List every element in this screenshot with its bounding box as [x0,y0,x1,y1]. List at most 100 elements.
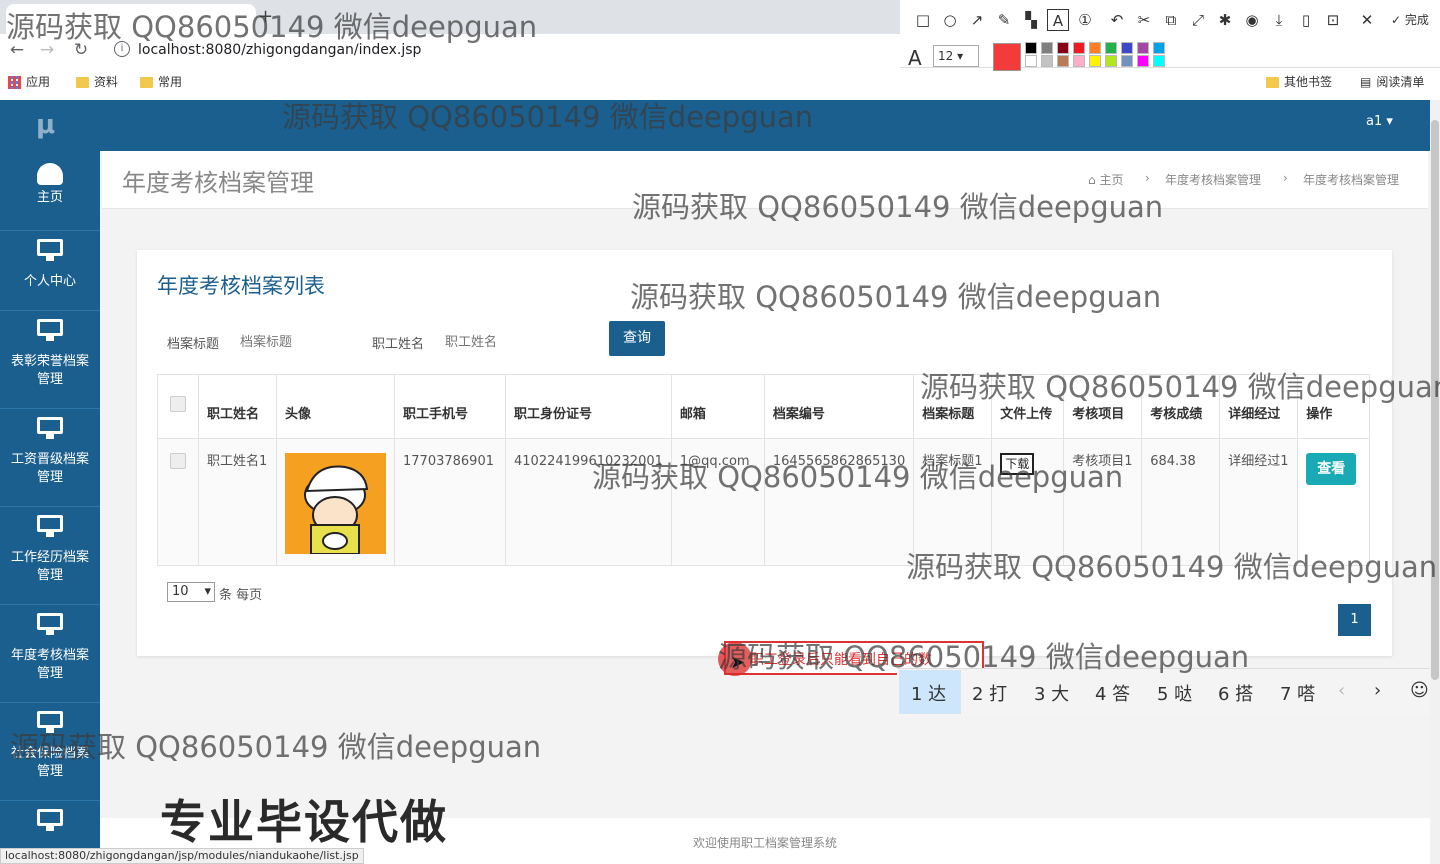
color-swatch[interactable] [1121,55,1133,67]
undo-icon[interactable]: ↶ [1106,9,1128,31]
apps-bookmark[interactable]: 应用 [8,73,50,91]
emoji-icon[interactable]: ☺ [1410,680,1429,701]
breadcrumb-sep: › [1283,171,1288,185]
bookmark-icon[interactable]: ⊡ [1322,9,1344,31]
folder-icon [140,76,153,88]
row-select-cell [157,438,199,566]
bookmark-label: 其他书签 [1284,75,1333,89]
color-swatch[interactable] [1153,42,1165,54]
col-header: 档案编号 [763,374,915,439]
other-bookmarks[interactable]: 其他书签 [1266,73,1332,91]
ime-candidate[interactable]: 4 答 [1095,680,1130,706]
close-icon[interactable]: ✕ [1356,9,1378,31]
breadcrumb-section[interactable]: 年度考核档案管理 [1165,171,1261,188]
sidebar-item-honor[interactable]: 表彰荣誉档案管理 [0,311,100,409]
rectangle-tool-icon[interactable]: □ [912,9,934,31]
color-swatch[interactable] [1057,42,1069,54]
download-icon[interactable]: ⤓ [1268,9,1290,31]
color-swatch[interactable] [1121,42,1133,54]
row-checkbox[interactable] [170,453,186,469]
color-swatch[interactable] [1089,55,1101,67]
page-button-1[interactable]: 1 [1338,604,1371,636]
active-color-swatch[interactable] [993,43,1021,71]
mosaic-tool-icon[interactable]: ▚ [1020,9,1042,31]
phone-icon[interactable]: ▯ [1295,9,1317,31]
color-swatch[interactable] [1041,55,1053,67]
color-palette [1025,42,1168,67]
sidebar-item-label: 个人中心 [23,274,76,289]
select-all-cell [157,374,199,439]
sidebar-item-label: 工作经历档案管理 [10,550,89,583]
bookmark-folder-2[interactable]: 常用 [140,73,182,91]
ime-candidate[interactable]: 5 哒 [1157,680,1192,706]
cell-name: 职工姓名1 [198,438,277,566]
monitor-icon [37,239,63,261]
pin-icon[interactable]: ✱ [1214,9,1236,31]
pen-tool-icon[interactable]: ✎ [993,9,1015,31]
sidebar-item-label: 表彰荣誉档案管理 [10,354,89,387]
color-swatch[interactable] [1057,55,1069,67]
copy-text-icon[interactable]: ⧉ [1160,9,1182,31]
folder-icon [1266,76,1279,88]
archive-title-input[interactable] [240,331,360,353]
arrow-tool-icon[interactable]: ↗ [966,9,988,31]
color-swatch[interactable] [1137,55,1149,67]
color-swatch[interactable] [1073,55,1085,67]
apps-grid-icon [8,75,21,89]
ime-prev-icon[interactable]: ‹ [1338,680,1345,701]
select-all-checkbox[interactable] [170,395,186,412]
reading-list[interactable]: ▤ 阅读清单 [1360,73,1424,91]
color-swatch[interactable] [1025,55,1037,67]
number-tool-icon[interactable]: ① [1074,9,1096,31]
ime-candidate[interactable]: 1 达 [911,680,946,706]
expand-icon[interactable]: ⤢ [1187,9,1209,31]
color-swatch[interactable] [1089,42,1101,54]
color-swatch[interactable] [1105,55,1117,67]
chevron-down-icon: ▾ [204,584,211,599]
ellipse-tool-icon[interactable]: ○ [939,9,961,31]
sidebar-item-salary[interactable]: 工资晋级档案管理 [0,409,100,507]
record-icon[interactable]: ◉ [1241,9,1263,31]
ime-candidate[interactable]: 6 搭 [1218,680,1253,706]
bookmark-label: 应用 [26,75,51,89]
font-size-select[interactable]: 12 ▾ [933,45,979,67]
color-swatch[interactable] [1025,42,1037,54]
watermark: 源码获取 QQ86050149 微信deepguan [906,550,1438,584]
reading-list-icon: ▤ [1360,75,1372,89]
app-logo: μ [36,110,56,140]
color-swatch[interactable] [1105,42,1117,54]
color-swatch[interactable] [1041,42,1053,54]
ime-candidate[interactable]: 2 打 [972,680,1007,706]
bookmark-folder-1[interactable]: 资料 [76,73,118,91]
sidebar-item-profile[interactable]: 个人中心 [0,231,100,311]
color-swatch[interactable] [1073,42,1085,54]
ime-candidate[interactable]: 7 嗒 [1280,680,1315,706]
query-button[interactable]: 查询 [609,321,665,356]
watermark: 源码获取 QQ86050149 微信deepguan [718,640,1250,674]
text-tool-icon[interactable]: A [1047,9,1069,31]
color-swatch[interactable] [1137,42,1149,54]
page-size-select[interactable]: 10 ▾ [167,582,215,602]
sidebar-item-label: 工资晋级档案管理 [10,452,89,485]
cell-phone: 17703786901 [394,438,506,566]
user-menu[interactable]: a1 ▾ [1366,114,1393,129]
promo-text: 专业毕设代做 [160,795,448,849]
card-title: 年度考核档案列表 [157,274,325,298]
sidebar-item-home[interactable]: 主页 [0,151,100,231]
breadcrumb-sep: › [1145,171,1150,185]
done-button[interactable]: ✓ 完成 [1384,9,1436,31]
ime-candidate[interactable]: 3 大 [1034,680,1069,706]
sidebar-item-annual-review[interactable]: 年度考核档案管理 [0,605,100,703]
monitor-icon [37,417,63,439]
ime-next-icon[interactable]: › [1374,680,1381,701]
watermark: 源码获取 QQ86050149 微信deepguan [920,370,1440,404]
crop-tool-icon[interactable]: ✂ [1133,9,1155,31]
employee-name-input[interactable] [445,331,565,353]
bookmark-label: 阅读清单 [1376,75,1425,89]
avatar [285,453,386,554]
sidebar-item-work-history[interactable]: 工作经历档案管理 [0,507,100,605]
dashboard-icon [37,163,63,185]
color-swatch[interactable] [1153,55,1165,67]
view-button[interactable]: 查看 [1306,453,1357,485]
folder-icon [76,76,89,88]
